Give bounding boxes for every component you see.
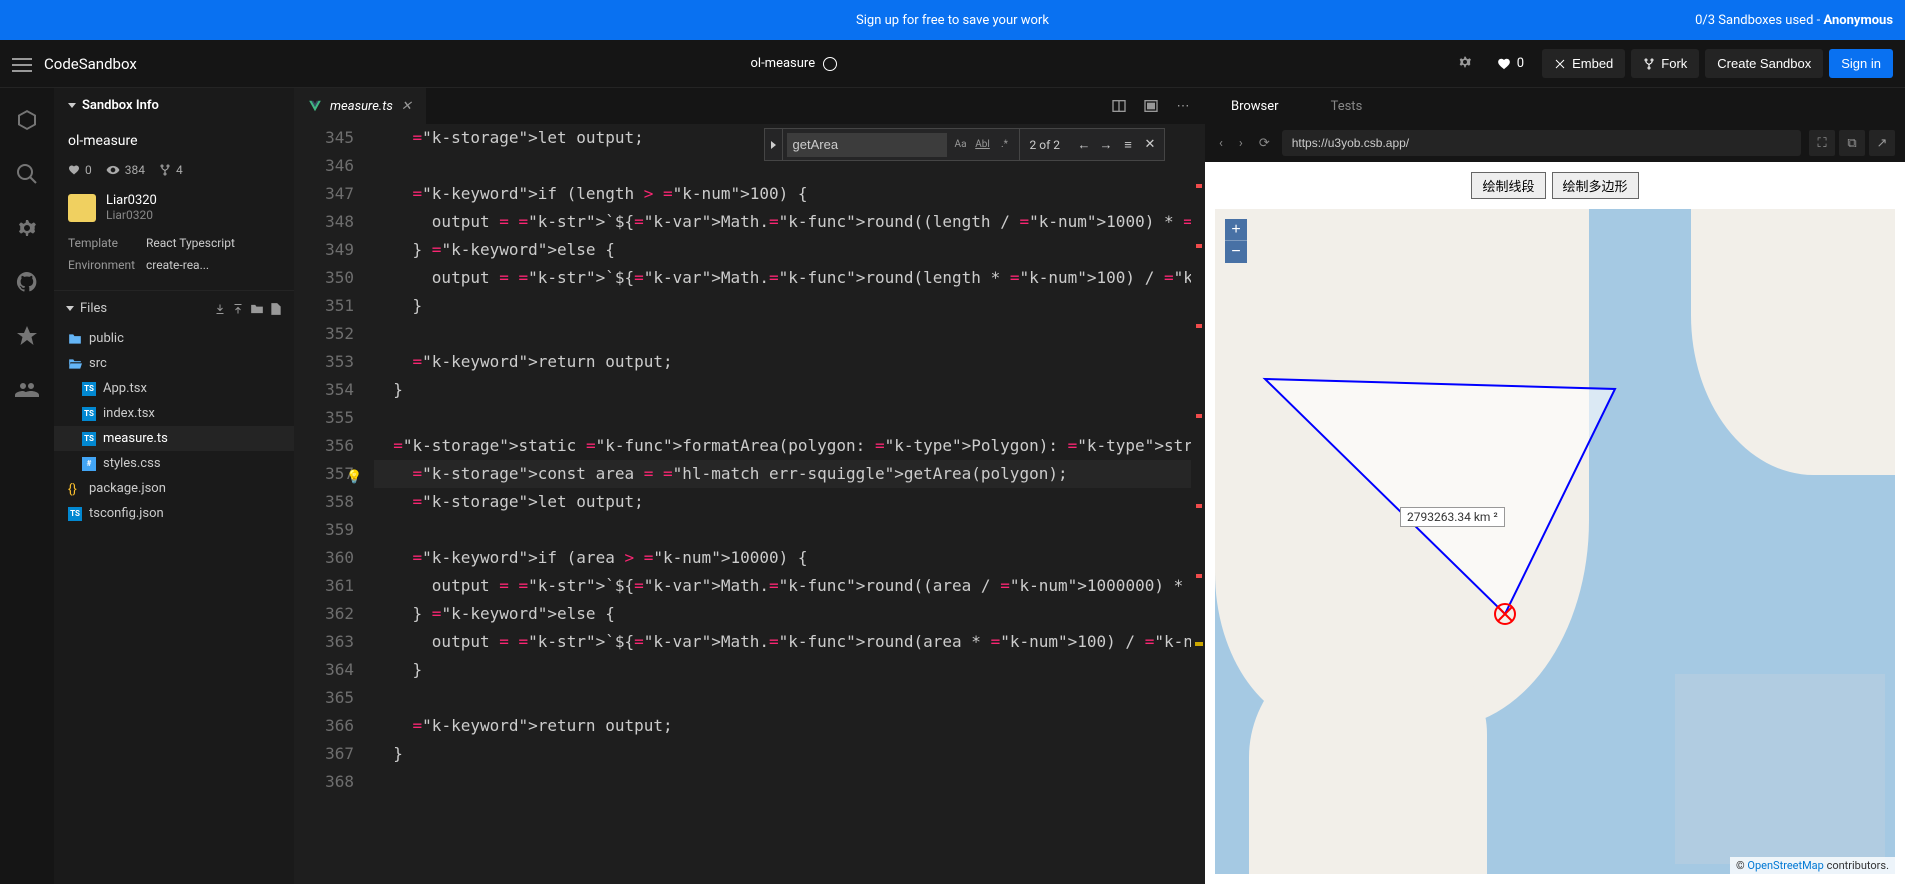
chevron-down-icon	[68, 103, 76, 108]
map[interactable]: + − 2793263.34 km ² © OpenStreetMap cont…	[1215, 209, 1895, 874]
hamburger-menu-icon[interactable]	[12, 54, 32, 74]
reload-icon[interactable]: ⟳	[1255, 132, 1274, 155]
vue-file-icon	[308, 99, 322, 113]
open-new-window-icon[interactable]: ↗	[1869, 130, 1895, 156]
globe-icon	[823, 57, 837, 71]
file-styles.css[interactable]: #styles.css	[54, 451, 294, 476]
gear-icon[interactable]	[1451, 48, 1479, 80]
editor-tab[interactable]: measure.ts ✕	[294, 88, 426, 124]
chevron-down-icon	[66, 306, 74, 311]
search-icon[interactable]	[15, 162, 39, 186]
zoom-out-button[interactable]: −	[1225, 241, 1247, 263]
promo-banner: Sign up for free to save your work 0/3 S…	[0, 0, 1905, 40]
zoom-control: + −	[1225, 219, 1247, 263]
download-icon[interactable]	[214, 303, 226, 315]
map-attribution: © OpenStreetMap contributors.	[1730, 857, 1895, 874]
find-input[interactable]	[787, 133, 947, 157]
file-tsconfig.json[interactable]: TStsconfig.json	[54, 501, 294, 526]
expand-icon[interactable]: ⛶	[1809, 130, 1835, 156]
find-prev-icon[interactable]: ←	[1074, 135, 1094, 155]
signin-button[interactable]: Sign in	[1829, 49, 1893, 78]
files-header[interactable]: Files	[54, 290, 294, 326]
measure-polygon	[1255, 369, 1625, 629]
file-App.tsx[interactable]: TSApp.tsx	[54, 376, 294, 401]
find-expand-icon[interactable]	[765, 129, 783, 160]
tab-browser[interactable]: Browser	[1205, 88, 1305, 124]
likes-count[interactable]: 0	[1485, 49, 1536, 78]
zoom-in-button[interactable]: +	[1225, 219, 1247, 241]
copy-icon[interactable]: ⧉	[1839, 130, 1865, 156]
author[interactable]: Liar0320 Liar0320	[68, 193, 280, 222]
whole-word-icon[interactable]: Abl	[973, 135, 993, 155]
github-icon[interactable]	[15, 270, 39, 294]
osm-link[interactable]: OpenStreetMap	[1747, 859, 1823, 872]
banner-text[interactable]: Sign up for free to save your work	[856, 13, 1049, 28]
close-icon[interactable]: ✕	[401, 99, 412, 114]
stat-views: 384	[106, 163, 145, 177]
activity-bar	[0, 88, 54, 884]
banner-status: 0/3 Sandboxes used - Anonymous	[1695, 13, 1893, 28]
settings-icon[interactable]	[15, 216, 39, 240]
qr-watermark	[1675, 674, 1885, 864]
template-meta: TemplateReact Typescript	[68, 236, 280, 250]
find-widget: Aa Abl .* 2 of 2 ← → ≡ ✕	[764, 128, 1165, 161]
avatar	[68, 194, 96, 222]
tab-tests[interactable]: Tests	[1305, 88, 1389, 124]
editor: measure.ts ✕ ⋯ Aa Abl .*	[294, 88, 1205, 884]
fork-button[interactable]: Fork	[1631, 49, 1699, 78]
split-editor-icon[interactable]	[1105, 92, 1133, 120]
match-case-icon[interactable]: Aa	[951, 135, 971, 155]
stat-forks: 4	[159, 163, 183, 177]
file-public[interactable]: public	[54, 326, 294, 351]
embed-button[interactable]: Embed	[1542, 49, 1625, 78]
draw-line-button[interactable]: 绘制线段	[1471, 172, 1545, 199]
regex-icon[interactable]: .*	[995, 135, 1015, 155]
brand[interactable]: CodeSandbox	[44, 55, 137, 73]
create-sandbox-button[interactable]: Create Sandbox	[1705, 49, 1823, 78]
find-selection-icon[interactable]: ≡	[1118, 135, 1138, 155]
measure-result: 2793263.34 km ²	[1400, 507, 1505, 527]
sidebar: Sandbox Info ol-measure 0 384 4 Liar0320…	[54, 88, 294, 884]
file-src[interactable]: src	[54, 351, 294, 376]
nav-forward-icon[interactable]: ›	[1235, 132, 1247, 155]
sandbox-name[interactable]: ol-measure	[68, 133, 280, 149]
find-count: 2 of 2	[1019, 129, 1070, 160]
popout-icon[interactable]	[1137, 92, 1165, 120]
upload-icon[interactable]	[232, 303, 244, 315]
stat-likes: 0	[68, 163, 92, 177]
preview-pane: Browser Tests ‹ › ⟳ ⛶ ⧉ ↗ 绘制线段 绘制多边形	[1205, 88, 1905, 884]
file-measure.ts[interactable]: TSmeasure.ts	[54, 426, 294, 451]
nav-back-icon[interactable]: ‹	[1215, 132, 1227, 155]
new-folder-icon[interactable]	[250, 303, 264, 315]
live-icon[interactable]	[15, 378, 39, 402]
draw-polygon-button[interactable]: 绘制多边形	[1552, 172, 1639, 199]
url-input[interactable]	[1282, 130, 1801, 156]
code-content[interactable]: ="k-storage">let output; ="k-keyword">if…	[374, 124, 1191, 884]
find-next-icon[interactable]: →	[1096, 135, 1116, 155]
explorer-icon[interactable]	[15, 108, 39, 132]
find-close-icon[interactable]: ✕	[1140, 135, 1160, 155]
environment-meta: Environmentcreate-rea...	[68, 258, 280, 272]
new-file-icon[interactable]	[270, 302, 282, 316]
file-index.tsx[interactable]: TSindex.tsx	[54, 401, 294, 426]
more-icon[interactable]: ⋯	[1169, 92, 1197, 120]
deploy-icon[interactable]	[15, 324, 39, 348]
sandbox-info-header[interactable]: Sandbox Info	[54, 88, 294, 123]
file-tree: publicsrcTSApp.tsxTSindex.tsxTSmeasure.t…	[54, 326, 294, 884]
file-package.json[interactable]: {}package.json	[54, 476, 294, 501]
topbar: CodeSandbox ol-measure 0 Embed Fork Crea…	[0, 40, 1905, 88]
project-title[interactable]: ol-measure	[137, 56, 1451, 71]
